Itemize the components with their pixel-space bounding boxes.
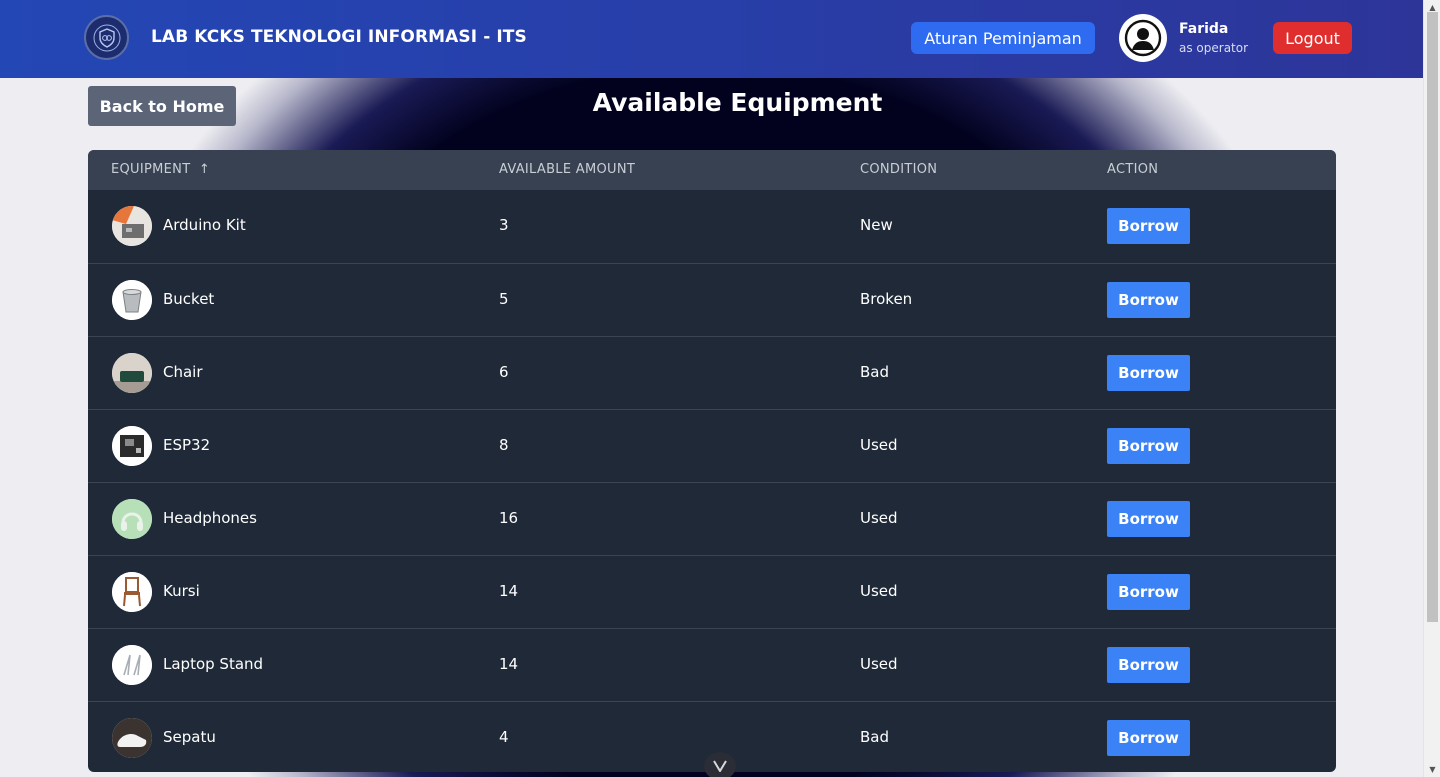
- header-equipment-label: EQUIPMENT: [111, 162, 191, 177]
- scrollbar-thumb[interactable]: [1427, 12, 1438, 622]
- available-amount: 5: [499, 290, 509, 308]
- equipment-name: Kursi: [163, 582, 200, 600]
- bucket-image-icon: [112, 280, 152, 320]
- equipment-name: Chair: [163, 363, 203, 381]
- page-viewport: LAB KCKS TEKNOLOGI INFORMASI - ITS Atura…: [0, 0, 1423, 777]
- brand-title: LAB KCKS TEKNOLOGI INFORMASI - ITS: [151, 27, 527, 47]
- available-amount: 3: [499, 216, 509, 234]
- table-row: Headphones 16 Used Borrow: [88, 482, 1336, 555]
- borrowing-rules-button[interactable]: Aturan Peminjaman: [911, 22, 1095, 54]
- borrow-button[interactable]: Borrow: [1107, 428, 1190, 464]
- equipment-thumbnail: [112, 645, 152, 685]
- header-available-amount: AVAILABLE AMOUNT: [499, 162, 636, 177]
- equipment-thumbnail: [112, 718, 152, 758]
- logout-button[interactable]: Logout: [1273, 22, 1352, 54]
- available-amount: 4: [499, 728, 509, 746]
- borrow-button[interactable]: Borrow: [1107, 355, 1190, 391]
- scroll-up-arrow-icon[interactable]: ▲: [1428, 3, 1437, 12]
- page-scrollbar[interactable]: ▲ ▼: [1423, 0, 1440, 777]
- condition: Broken: [860, 290, 913, 308]
- borrow-button[interactable]: Borrow: [1107, 647, 1190, 683]
- available-amount: 14: [499, 655, 519, 673]
- equipment-thumbnail: [112, 499, 152, 539]
- available-amount: 6: [499, 363, 509, 381]
- headphones-image-icon: [112, 499, 152, 539]
- chair-image-icon: [112, 353, 152, 393]
- lab-logo[interactable]: [84, 15, 129, 60]
- borrow-button[interactable]: Borrow: [1107, 501, 1190, 537]
- table-row: ESP32 8 Used Borrow: [88, 409, 1336, 482]
- available-amount: 14: [499, 582, 519, 600]
- table-row: Arduino Kit 3 New Borrow: [88, 190, 1336, 263]
- wooden-chair-image-icon: [112, 572, 152, 612]
- equipment-name: Arduino Kit: [163, 216, 246, 234]
- header-equipment[interactable]: EQUIPMENT ↑: [111, 162, 210, 177]
- borrow-button[interactable]: Borrow: [1107, 574, 1190, 610]
- condition: New: [860, 216, 893, 234]
- equipment-name: ESP32: [163, 436, 211, 454]
- equipment-name: Headphones: [163, 509, 257, 527]
- avatar[interactable]: [1119, 14, 1167, 62]
- borrow-button[interactable]: Borrow: [1107, 208, 1190, 244]
- chevron-down-icon: [713, 760, 727, 772]
- shoe-image-icon: [112, 718, 152, 758]
- back-to-home-button[interactable]: Back to Home: [88, 86, 236, 126]
- table-header: EQUIPMENT ↑ AVAILABLE AMOUNT CONDITION A…: [88, 150, 1336, 190]
- equipment-name: Bucket: [163, 290, 215, 308]
- condition: Used: [860, 582, 898, 600]
- available-amount: 8: [499, 436, 509, 454]
- equipment-thumbnail: [112, 426, 152, 466]
- equipment-thumbnail: [112, 572, 152, 612]
- borrow-button[interactable]: Borrow: [1107, 282, 1190, 318]
- table-row: Bucket 5 Broken Borrow: [88, 263, 1336, 336]
- condition: Bad: [860, 363, 890, 381]
- available-amount: 16: [499, 509, 519, 527]
- user-name: Farida: [1179, 21, 1229, 37]
- scroll-down-button[interactable]: [704, 752, 736, 777]
- equipment-name: Laptop Stand: [163, 655, 264, 673]
- shield-logo-icon: [93, 24, 120, 51]
- scroll-down-arrow-icon[interactable]: ▼: [1428, 765, 1437, 774]
- condition: Used: [860, 436, 898, 454]
- equipment-thumbnail: [112, 353, 152, 393]
- condition: Bad: [860, 728, 890, 746]
- arduino-kit-image-icon: [112, 206, 152, 246]
- header-condition: CONDITION: [860, 162, 938, 177]
- condition: Used: [860, 509, 898, 527]
- header-action: ACTION: [1107, 162, 1159, 177]
- table-row: Chair 6 Bad Borrow: [88, 336, 1336, 409]
- sort-ascending-icon[interactable]: ↑: [199, 162, 210, 177]
- esp32-board-image-icon: [112, 426, 152, 466]
- navbar: LAB KCKS TEKNOLOGI INFORMASI - ITS Atura…: [0, 0, 1423, 78]
- user-avatar-icon: [1124, 19, 1162, 57]
- equipment-table: EQUIPMENT ↑ AVAILABLE AMOUNT CONDITION A…: [88, 150, 1336, 772]
- table-row: Kursi 14 Used Borrow: [88, 555, 1336, 628]
- equipment-thumbnail: [112, 280, 152, 320]
- table-row: Laptop Stand 14 Used Borrow: [88, 628, 1336, 701]
- borrow-button[interactable]: Borrow: [1107, 720, 1190, 756]
- equipment-thumbnail: [112, 206, 152, 246]
- condition: Used: [860, 655, 898, 673]
- user-role: as operator: [1179, 41, 1249, 55]
- equipment-name: Sepatu: [163, 728, 216, 746]
- laptop-stand-image-icon: [112, 645, 152, 685]
